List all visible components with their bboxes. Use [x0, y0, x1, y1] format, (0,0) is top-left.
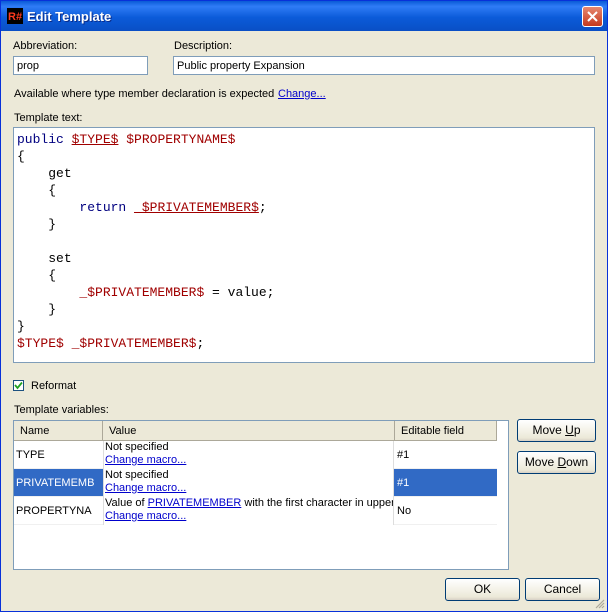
variable-value: Not specified Change macro... — [103, 441, 394, 469]
table-row[interactable]: PROPERTYNA Value of PRIVATEMEMBER with t… — [14, 497, 497, 525]
variable-name: TYPE — [16, 449, 45, 461]
privatemember-variable[interactable]: _$PRIVATEMEMBER$ — [72, 336, 197, 351]
code-line: } — [17, 319, 25, 334]
column-header-editable-field[interactable]: Editable field — [395, 421, 497, 441]
abbreviation-input[interactable]: prop — [13, 56, 148, 75]
column-header-name[interactable]: Name — [14, 421, 103, 441]
editable-field-value: #1 — [397, 477, 410, 489]
variable-name: PROPERTYNA — [16, 505, 92, 517]
propertyname-variable[interactable]: $PROPERTYNAME$ — [126, 132, 235, 147]
code-line: { — [17, 149, 25, 164]
code-line: $TYPE$ _$PRIVATEMEMBER$; — [17, 336, 205, 351]
svg-text:R#: R# — [8, 11, 22, 23]
abbreviation-label: Abbreviation: — [13, 40, 78, 52]
close-button[interactable] — [582, 6, 603, 27]
privatemember-variable[interactable]: _$PRIVATEMEMBER$ — [79, 285, 204, 300]
change-macro-link[interactable]: Change macro... — [105, 482, 186, 495]
resharper-app-icon: R# — [7, 8, 23, 24]
template-text-editor[interactable]: public $TYPE$ $PROPERTYNAME$ { get { ret… — [13, 127, 595, 363]
description-input[interactable]: Public property Expansion — [173, 56, 595, 75]
column-header-value[interactable]: Value — [103, 421, 395, 441]
type-variable[interactable]: $TYPE$ — [17, 336, 64, 351]
title-bar[interactable]: R# Edit Template — [1, 1, 607, 31]
table-row-selected[interactable]: PRIVATEMEMB Not specified Change macro..… — [14, 469, 497, 497]
template-variables-table[interactable]: Name Value Editable field TYPE Not speci… — [13, 420, 509, 570]
code-line: get — [48, 166, 72, 181]
reformat-label[interactable]: Reformat — [31, 380, 76, 392]
code-line: _$PRIVATEMEMBER$ = value; — [79, 285, 275, 300]
move-down-button[interactable]: Move Down — [517, 451, 596, 474]
type-variable[interactable]: $TYPE$ — [72, 132, 119, 147]
change-macro-link[interactable]: Change macro... — [105, 454, 186, 467]
description-label: Description: — [174, 40, 233, 52]
code-line: } — [48, 302, 57, 317]
editable-field-value: #1 — [397, 449, 410, 461]
cancel-button[interactable]: Cancel — [525, 578, 600, 601]
resize-grip-icon[interactable] — [593, 597, 605, 609]
change-availability-link[interactable]: Change... — [278, 88, 326, 100]
privatemember-reference-link[interactable]: PRIVATEMEMBER — [148, 497, 242, 509]
template-variables-label: Template variables: — [14, 404, 109, 416]
code-line: public $TYPE$ $PROPERTYNAME$ — [17, 132, 236, 147]
edit-template-dialog: R# Edit Template Abbreviation: prop Desc… — [0, 0, 608, 612]
code-line: { — [48, 268, 57, 283]
code-line: return _$PRIVATEMEMBER$; — [79, 200, 267, 215]
move-up-button[interactable]: Move Up — [517, 419, 596, 442]
variable-value: Value of PRIVATEMEMBER with the first ch… — [103, 497, 394, 525]
reformat-checkbox[interactable] — [13, 380, 24, 391]
template-text-label: Template text: — [14, 112, 83, 124]
editable-field-value: No — [397, 505, 412, 517]
checkmark-icon — [14, 381, 23, 390]
privatemember-variable[interactable]: _$PRIVATEMEMBER$ — [134, 200, 259, 215]
ok-button[interactable]: OK — [445, 578, 520, 601]
window-title: Edit Template — [27, 9, 112, 24]
variable-name: PRIVATEMEMB — [16, 477, 95, 489]
code-line: } — [48, 217, 57, 232]
change-macro-link[interactable]: Change macro... — [105, 510, 186, 523]
variable-value: Not specified Change macro... — [103, 469, 394, 497]
table-row[interactable]: TYPE Not specified Change macro... #1 — [14, 441, 497, 469]
availability-text: Available where type member declaration … — [14, 88, 275, 100]
code-line: set — [48, 251, 72, 266]
code-line: { — [48, 183, 57, 198]
close-icon — [587, 11, 598, 22]
